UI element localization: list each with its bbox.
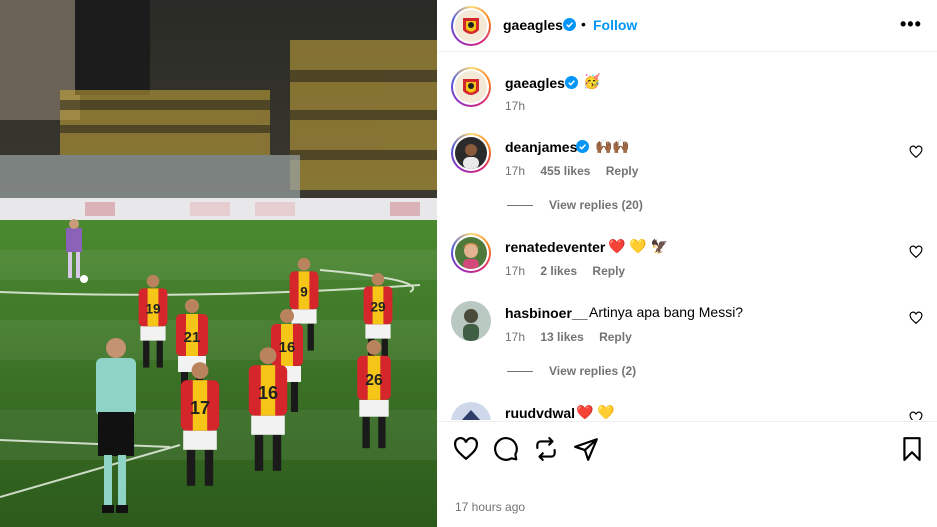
comment-meta: 17h 455 likes Reply bbox=[505, 164, 650, 178]
view-replies-button[interactable]: View replies (2) bbox=[507, 364, 636, 378]
jersey-number: 16 bbox=[258, 383, 278, 403]
view-replies-label: View replies (2) bbox=[549, 364, 637, 378]
share-icon[interactable] bbox=[573, 436, 599, 462]
avatar-photo bbox=[455, 137, 487, 169]
jersey-number: 29 bbox=[370, 300, 385, 315]
view-replies-label: View replies (20) bbox=[549, 198, 643, 212]
post-header: gaeagles • Follow ••• bbox=[437, 0, 937, 52]
comment-text: Artinya apa bang Messi? bbox=[589, 304, 744, 320]
caption-username[interactable]: gaeagles bbox=[505, 75, 565, 91]
caption-time: 17h bbox=[505, 99, 526, 113]
jersey-number: 9 bbox=[300, 285, 308, 300]
like-comment-heart-icon[interactable] bbox=[909, 311, 923, 325]
comment-meta: 17h 13 likes Reply bbox=[505, 330, 644, 344]
view-replies-line bbox=[507, 205, 533, 207]
comment-row: ruudvdwal ❤️ 💛 bbox=[437, 399, 937, 420]
like-comment-heart-icon[interactable] bbox=[909, 411, 923, 420]
more-options-icon[interactable]: ••• bbox=[900, 14, 922, 35]
author-username[interactable]: gaeagles bbox=[503, 17, 563, 33]
jersey-number: 26 bbox=[365, 372, 383, 389]
railing bbox=[0, 155, 300, 200]
save-icon[interactable] bbox=[899, 436, 925, 462]
comment-likes[interactable]: 13 likes bbox=[540, 330, 583, 344]
follow-button[interactable]: Follow bbox=[593, 17, 637, 33]
jersey-number: 17 bbox=[190, 398, 210, 418]
avatar-photo bbox=[455, 237, 487, 269]
post-timestamp[interactable]: 17 hours ago bbox=[455, 500, 525, 514]
jersey-number: 19 bbox=[145, 302, 160, 317]
comment-avatar[interactable] bbox=[451, 133, 491, 173]
stand-roof bbox=[75, 0, 150, 95]
club-logo-icon bbox=[455, 71, 487, 103]
comment-username[interactable]: renatedeventer bbox=[505, 239, 605, 255]
repost-icon[interactable] bbox=[533, 436, 559, 462]
author-avatar[interactable] bbox=[451, 6, 491, 46]
comment-text: ❤️ 💛 🦅 bbox=[608, 238, 669, 254]
comment-avatar[interactable] bbox=[451, 233, 491, 273]
comment-time: 17h bbox=[505, 264, 526, 278]
like-comment-heart-icon[interactable] bbox=[909, 145, 923, 159]
reply-button[interactable]: Reply bbox=[592, 264, 625, 278]
comment-icon[interactable] bbox=[493, 436, 519, 462]
reply-button[interactable]: Reply bbox=[599, 330, 632, 344]
comment-username[interactable]: hasbinoer__ bbox=[505, 305, 587, 321]
heart-icon[interactable] bbox=[453, 436, 479, 462]
reply-button[interactable]: Reply bbox=[606, 164, 639, 178]
caption-avatar[interactable] bbox=[451, 67, 491, 107]
comment-time: 17h bbox=[505, 330, 526, 344]
comment-username[interactable]: deanjames bbox=[505, 139, 577, 155]
verified-badge-icon bbox=[576, 140, 589, 153]
match-photo-illustration: 19 21 9 29 16 26 17 16 bbox=[0, 0, 437, 527]
jersey-number: 16 bbox=[279, 339, 296, 356]
separator-dot: • bbox=[581, 16, 586, 32]
comment-row: hasbinoer__ Artinya apa bang Messi? 17h … bbox=[437, 299, 937, 359]
comment-text: ❤️ 💛 bbox=[576, 404, 615, 420]
view-replies-button[interactable]: View replies (20) bbox=[507, 198, 643, 212]
avatar-photo bbox=[451, 402, 491, 420]
view-replies-line bbox=[507, 371, 533, 373]
comment-row: deanjames 🙌🏾🙌🏾 17h 455 likes Reply bbox=[437, 133, 937, 193]
comment-row: renatedeventer ❤️ 💛 🦅 17h 2 likes Reply bbox=[437, 233, 937, 293]
post-photo[interactable]: 19 21 9 29 16 26 17 16 bbox=[0, 0, 437, 527]
post-side-panel: gaeagles • Follow ••• gaeagles 🥳 17h dea… bbox=[437, 0, 937, 527]
caption-text: 🥳 bbox=[583, 73, 601, 89]
comments-list[interactable]: gaeagles 🥳 17h deanjames 🙌🏾🙌🏾 17h 455 li… bbox=[437, 53, 937, 420]
comment-avatar[interactable] bbox=[451, 301, 491, 341]
comment-time: 17h bbox=[505, 164, 526, 178]
jersey-number: 21 bbox=[184, 329, 201, 346]
comment-meta: 17h 2 likes Reply bbox=[505, 264, 637, 278]
caption-row: gaeagles 🥳 17h bbox=[437, 67, 937, 117]
club-logo-icon bbox=[455, 10, 487, 42]
comment-likes[interactable]: 455 likes bbox=[540, 164, 590, 178]
avatar-photo bbox=[451, 301, 491, 341]
post-actions-bar bbox=[437, 421, 937, 481]
verified-badge-icon bbox=[565, 76, 578, 89]
comment-avatar[interactable] bbox=[451, 402, 491, 420]
comment-likes[interactable]: 2 likes bbox=[540, 264, 577, 278]
verified-badge-icon bbox=[563, 18, 576, 31]
like-comment-heart-icon[interactable] bbox=[909, 245, 923, 259]
comment-username[interactable]: ruudvdwal bbox=[505, 405, 575, 420]
comment-text: 🙌🏾🙌🏾 bbox=[595, 138, 630, 154]
